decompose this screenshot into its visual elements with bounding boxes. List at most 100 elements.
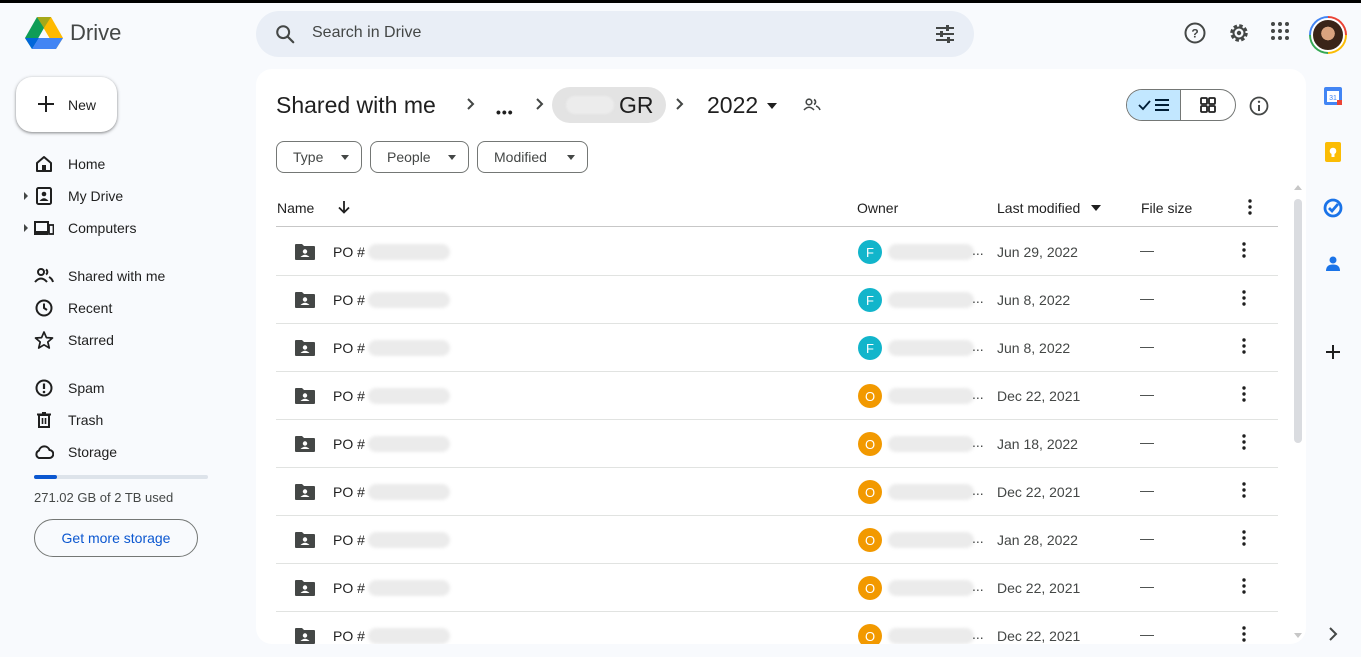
sort-arrow-down-icon[interactable] bbox=[337, 199, 351, 215]
file-name: PO # bbox=[333, 292, 365, 308]
keep-icon[interactable] bbox=[1322, 141, 1344, 163]
help-icon[interactable]: ? bbox=[1183, 21, 1207, 45]
search-input[interactable]: Search in Drive bbox=[312, 24, 421, 42]
redacted-text bbox=[566, 96, 614, 114]
calendar-icon[interactable]: 31 bbox=[1322, 85, 1344, 107]
people-filter-chip[interactable]: People bbox=[370, 141, 469, 173]
redacted-text bbox=[888, 628, 974, 644]
breadcrumb-more-button[interactable]: ••• bbox=[496, 94, 514, 130]
column-header-last-modified[interactable]: Last modified bbox=[997, 200, 1080, 216]
drive-logo[interactable]: Drive bbox=[24, 15, 121, 51]
plus-icon bbox=[38, 96, 54, 112]
sidebar-item-computers[interactable]: Computers bbox=[24, 213, 234, 243]
owner-avatar[interactable]: F bbox=[858, 240, 882, 264]
people-filter-label: People bbox=[387, 149, 431, 165]
table-row[interactable]: PO # F... Jun 29, 2022 — bbox=[276, 228, 1278, 276]
table-row[interactable]: PO # F... Jun 8, 2022 — bbox=[276, 324, 1278, 372]
owner-truncation: ... bbox=[972, 386, 984, 402]
table-row[interactable]: PO # O... Jan 28, 2022 — bbox=[276, 516, 1278, 564]
more-actions-icon[interactable] bbox=[1242, 482, 1246, 498]
more-actions-icon[interactable] bbox=[1242, 386, 1246, 402]
computers-icon bbox=[34, 221, 54, 235]
apps-grid-icon[interactable] bbox=[1270, 21, 1290, 41]
shared-icon bbox=[34, 268, 54, 283]
new-button[interactable]: New bbox=[16, 77, 117, 132]
owner-avatar[interactable]: F bbox=[858, 288, 882, 312]
account-avatar[interactable] bbox=[1309, 16, 1347, 54]
scrollbar-thumb[interactable] bbox=[1294, 199, 1302, 443]
tasks-icon[interactable] bbox=[1322, 197, 1344, 219]
more-actions-icon[interactable] bbox=[1242, 626, 1246, 642]
owner-avatar[interactable]: O bbox=[858, 624, 882, 644]
more-actions-icon[interactable] bbox=[1242, 434, 1246, 450]
column-options-more-icon[interactable] bbox=[1248, 199, 1252, 215]
scroll-up-arrow[interactable] bbox=[1294, 185, 1302, 190]
settings-gear-icon[interactable] bbox=[1227, 21, 1251, 45]
owner-avatar[interactable]: O bbox=[858, 384, 882, 408]
last-modified-date: Dec 22, 2021 bbox=[997, 628, 1081, 644]
more-actions-icon[interactable] bbox=[1242, 242, 1246, 258]
table-row[interactable]: PO # F... Jun 8, 2022 — bbox=[276, 276, 1278, 324]
list-view-button[interactable] bbox=[1127, 90, 1182, 120]
get-more-storage-button[interactable]: Get more storage bbox=[34, 519, 198, 557]
column-header-owner[interactable]: Owner bbox=[857, 200, 898, 216]
expand-arrow-icon[interactable] bbox=[24, 224, 28, 232]
grid-view-button[interactable] bbox=[1181, 90, 1235, 120]
sidebar-item-storage[interactable]: Storage bbox=[24, 437, 234, 467]
owner-avatar[interactable]: O bbox=[858, 480, 882, 504]
search-bar[interactable]: Search in Drive bbox=[256, 11, 974, 57]
last-modified-date: Dec 22, 2021 bbox=[997, 388, 1081, 404]
more-actions-icon[interactable] bbox=[1242, 338, 1246, 354]
sidebar-item-my-drive[interactable]: My Drive bbox=[24, 181, 234, 211]
expand-side-panel-chevron-icon[interactable] bbox=[1322, 623, 1344, 645]
shared-folder-people-icon[interactable] bbox=[802, 96, 822, 114]
caret-down-icon[interactable] bbox=[766, 102, 778, 110]
breadcrumb-folder[interactable]: GR bbox=[552, 87, 666, 123]
svg-text:?: ? bbox=[1191, 27, 1198, 41]
sidebar-item-starred[interactable]: Starred bbox=[24, 325, 234, 355]
add-addon-plus-icon[interactable] bbox=[1322, 341, 1344, 363]
owner-avatar[interactable]: F bbox=[858, 336, 882, 360]
expand-arrow-icon[interactable] bbox=[24, 192, 28, 200]
search-options-icon[interactable] bbox=[934, 24, 956, 44]
more-actions-icon[interactable] bbox=[1242, 530, 1246, 546]
sidebar-item-recent[interactable]: Recent bbox=[24, 293, 234, 323]
sidebar-item-shared-with-me[interactable]: Shared with me bbox=[24, 261, 234, 291]
column-header-file-size[interactable]: File size bbox=[1141, 200, 1192, 216]
owner-avatar[interactable]: O bbox=[858, 576, 882, 600]
owner-truncation: ... bbox=[972, 626, 984, 642]
scroll-down-arrow[interactable] bbox=[1294, 633, 1302, 638]
redacted-text bbox=[888, 436, 974, 452]
info-icon[interactable] bbox=[1248, 95, 1270, 117]
sidebar-item-label: Recent bbox=[68, 300, 113, 316]
table-row[interactable]: PO # O... Dec 22, 2021 — bbox=[276, 612, 1278, 644]
breadcrumb-current[interactable]: 2022 bbox=[707, 87, 758, 123]
last-modified-date: Dec 22, 2021 bbox=[997, 580, 1081, 596]
owner-avatar[interactable]: O bbox=[858, 528, 882, 552]
sidebar-item-trash[interactable]: Trash bbox=[24, 405, 234, 435]
cloud-icon bbox=[35, 445, 54, 459]
more-actions-icon[interactable] bbox=[1242, 290, 1246, 306]
contacts-icon[interactable] bbox=[1322, 253, 1344, 275]
breadcrumb-root[interactable]: Shared with me bbox=[276, 87, 436, 123]
table-row[interactable]: PO # O... Jan 18, 2022 — bbox=[276, 420, 1278, 468]
search-icon[interactable] bbox=[274, 23, 296, 45]
modified-filter-chip[interactable]: Modified bbox=[477, 141, 588, 173]
sidebar-item-home[interactable]: Home bbox=[24, 149, 234, 179]
table-row[interactable]: PO # O... Dec 22, 2021 — bbox=[276, 564, 1278, 612]
owner-avatar[interactable]: O bbox=[858, 432, 882, 456]
more-actions-icon[interactable] bbox=[1242, 578, 1246, 594]
type-filter-chip[interactable]: Type bbox=[276, 141, 362, 173]
file-list-panel: Shared with me ••• GR 2022 Type People M… bbox=[256, 69, 1306, 644]
sidebar-item-label: Starred bbox=[68, 332, 114, 348]
table-row[interactable]: PO # O... Dec 22, 2021 — bbox=[276, 468, 1278, 516]
column-header-name[interactable]: Name bbox=[277, 200, 314, 216]
sidebar-item-spam[interactable]: Spam bbox=[24, 373, 234, 403]
table-row[interactable]: PO # O... Dec 22, 2021 — bbox=[276, 372, 1278, 420]
home-icon bbox=[36, 156, 52, 172]
last-modified-date: Jun 8, 2022 bbox=[997, 340, 1071, 356]
redacted-text bbox=[888, 244, 974, 260]
shared-folder-icon bbox=[295, 292, 315, 308]
storage-usage-text: 271.02 GB of 2 TB used bbox=[34, 490, 174, 505]
sort-caret-down-icon[interactable] bbox=[1091, 205, 1101, 211]
